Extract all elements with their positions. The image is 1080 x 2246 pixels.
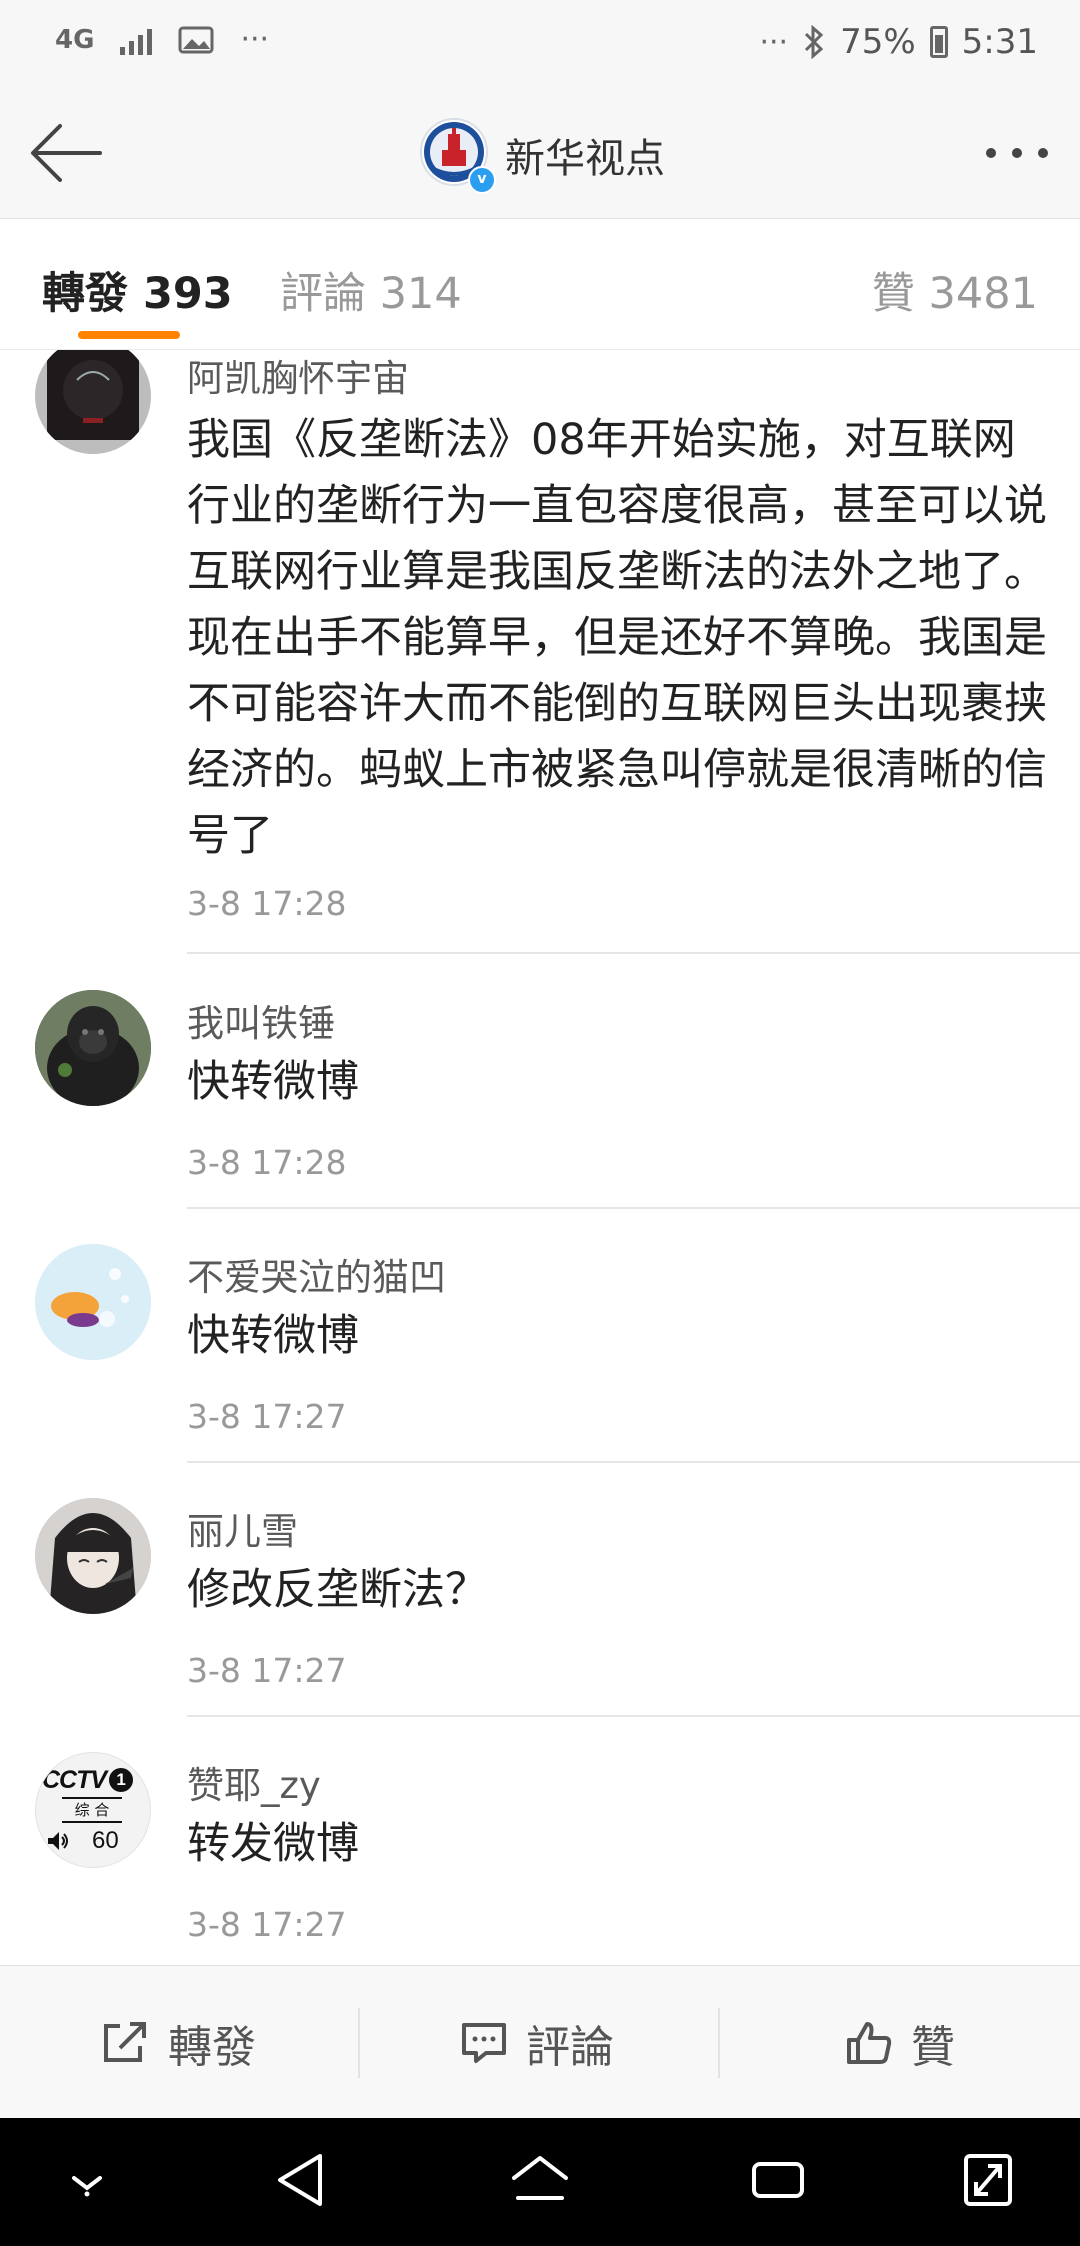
timestamp: 3-8 17:28 bbox=[187, 1143, 347, 1182]
username[interactable]: 我叫铁锤 bbox=[187, 993, 335, 1047]
more-status: ··· bbox=[759, 24, 789, 60]
list-item[interactable]: 丽儿雪 修改反垄断法？ 3-8 17:27 bbox=[0, 1463, 1080, 1717]
username[interactable]: 赞耶_zy bbox=[187, 1755, 321, 1809]
clock: 5:31 bbox=[961, 22, 1038, 62]
share-icon bbox=[104, 2021, 146, 2062]
thumbs-up-icon bbox=[847, 2021, 892, 2064]
speaker-avatar-icon bbox=[35, 350, 151, 454]
comment-icon bbox=[462, 2022, 506, 2063]
repost-text: 快转微博 bbox=[187, 1057, 359, 1107]
tab-like[interactable]: 贊 3481 bbox=[872, 259, 1038, 321]
timestamp: 3-8 17:28 bbox=[187, 884, 347, 923]
avatar[interactable] bbox=[35, 990, 151, 1106]
image-icon bbox=[178, 26, 214, 53]
avatar[interactable] bbox=[35, 350, 151, 454]
volume-indicator: 60 bbox=[46, 1827, 119, 1855]
verified-badge-icon: v bbox=[468, 166, 496, 194]
comment-label: 評論 bbox=[526, 2021, 614, 2073]
battery-percent: 75% bbox=[840, 22, 916, 62]
divider bbox=[187, 952, 1080, 954]
repost-text: 修改反垄断法？ bbox=[187, 1565, 488, 1615]
collapse-chevron-icon[interactable] bbox=[62, 2148, 112, 2208]
avatar[interactable] bbox=[35, 1498, 151, 1614]
account-name[interactable]: 新华视点 bbox=[505, 126, 665, 184]
bottom-toolbar: 轉發 評論 贊 bbox=[0, 1965, 1080, 2119]
top-navigation: v 新华视点 bbox=[0, 90, 1080, 219]
list-item[interactable]: CCTV 1 综 合 60 赞耶_zy 转发微博 3-8 17:27 bbox=[0, 1717, 1080, 1965]
avatar[interactable] bbox=[35, 1244, 151, 1360]
speaker-volume-icon bbox=[48, 1832, 68, 1850]
timestamp: 3-8 17:27 bbox=[187, 1651, 347, 1690]
notification-more: ··· bbox=[240, 22, 270, 57]
divider bbox=[358, 2008, 360, 2078]
repost-list[interactable]: 阿凯胸怀宇宙 我国《反垄断法》08年开始实施，对互联网行业的垄断行为一直包容度很… bbox=[0, 350, 1080, 1965]
home-icon[interactable] bbox=[508, 2148, 572, 2212]
anime-avatar-icon bbox=[35, 1498, 151, 1614]
timestamp: 3-8 17:27 bbox=[187, 1905, 347, 1944]
status-bar: 4G ··· ··· 75% 5:31 bbox=[0, 0, 1080, 90]
bluetooth-icon bbox=[805, 25, 824, 59]
tab-bar: 轉發 393 評論 314 贊 3481 bbox=[0, 219, 1080, 350]
list-item[interactable]: 不爱哭泣的猫凹 快转微博 3-8 17:27 bbox=[0, 1209, 1080, 1463]
list-item[interactable]: 我叫铁锤 快转微博 3-8 17:28 bbox=[0, 955, 1080, 1209]
username[interactable]: 阿凯胸怀宇宙 bbox=[187, 350, 409, 402]
recent-apps-icon[interactable] bbox=[748, 2148, 808, 2212]
repost-label: 轉發 bbox=[168, 2021, 256, 2073]
system-navigation-bar bbox=[0, 2118, 1080, 2246]
gorilla-avatar-icon bbox=[35, 990, 151, 1106]
timestamp: 3-8 17:27 bbox=[187, 1397, 347, 1436]
back-triangle-icon[interactable] bbox=[272, 2148, 328, 2212]
expand-screen-icon[interactable] bbox=[958, 2148, 1018, 2212]
avatar[interactable]: CCTV 1 综 合 60 bbox=[35, 1752, 151, 1868]
list-item[interactable]: 阿凯胸怀宇宙 我国《反垄断法》08年开始实施，对互联网行业的垄断行为一直包容度很… bbox=[0, 350, 1080, 955]
cctv-logo: CCTV 1 bbox=[42, 1765, 146, 1795]
repost-text: 快转微博 bbox=[187, 1311, 359, 1361]
back-arrow-icon bbox=[31, 124, 102, 182]
repost-text: 转发微博 bbox=[187, 1819, 359, 1869]
network-type: 4G bbox=[55, 24, 95, 55]
active-tab-indicator bbox=[78, 331, 180, 339]
repost-button[interactable]: 轉發 bbox=[100, 1966, 256, 2119]
bubble-avatar-icon bbox=[35, 1244, 151, 1360]
tab-repost[interactable]: 轉發 393 bbox=[42, 259, 233, 321]
battery-icon bbox=[929, 26, 948, 58]
signal-icon bbox=[120, 25, 153, 55]
more-dots-icon[interactable] bbox=[986, 148, 1048, 158]
tab-comment[interactable]: 評論 314 bbox=[280, 259, 462, 321]
like-button[interactable]: 贊 bbox=[845, 1966, 955, 2119]
divider bbox=[718, 2008, 720, 2078]
like-label: 贊 bbox=[911, 2021, 955, 2073]
comment-button[interactable]: 評論 bbox=[460, 1966, 614, 2119]
username[interactable]: 不爱哭泣的猫凹 bbox=[187, 1247, 446, 1301]
username[interactable]: 丽儿雪 bbox=[187, 1501, 298, 1555]
back-button[interactable] bbox=[28, 120, 104, 186]
repost-text: 我国《反垄断法》08年开始实施，对互联网行业的垄断行为一直包容度很高，甚至可以说… bbox=[187, 415, 1047, 861]
